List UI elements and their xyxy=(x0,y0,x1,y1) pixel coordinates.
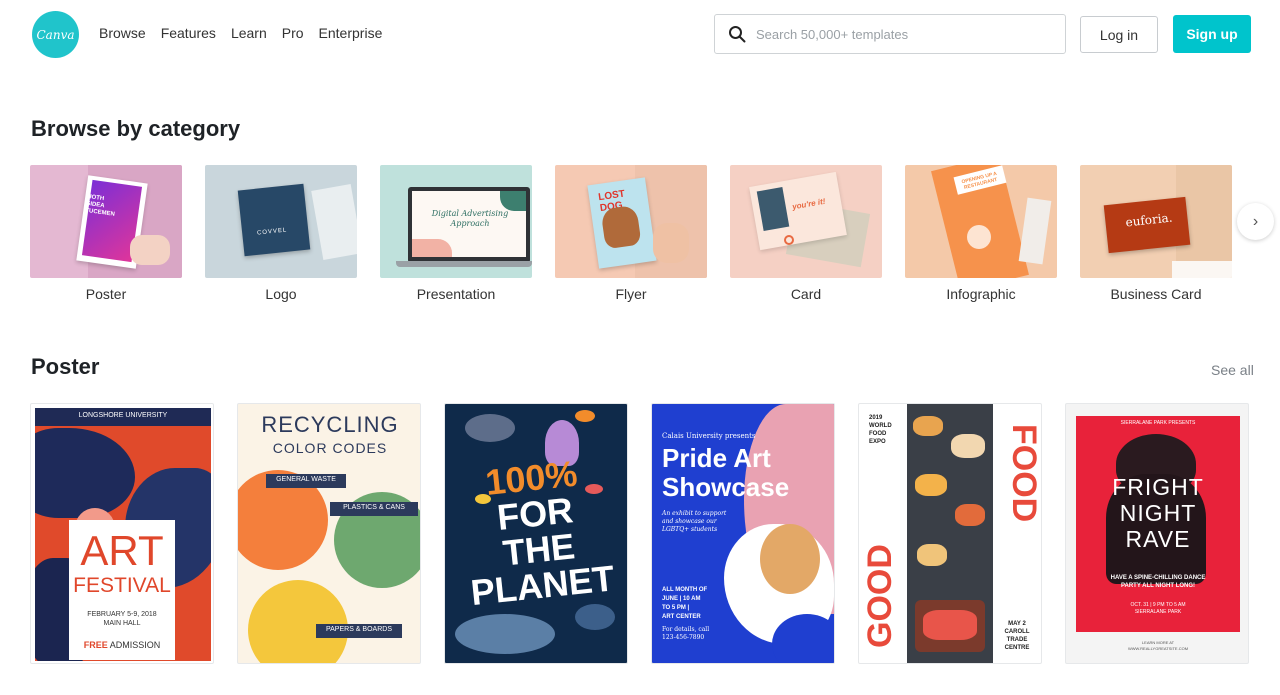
chevron-right-icon: › xyxy=(1252,212,1259,230)
poster-pride-when2: JUNE | 10 AM xyxy=(662,596,701,602)
poster-rave-line1: FRIGHT xyxy=(1112,474,1204,500)
poster-food-place2: TRADE xyxy=(1006,637,1028,643)
nav-browse[interactable]: Browse xyxy=(99,25,146,41)
poster-rave-url: WWW.REALLYGREATSITE.COM xyxy=(1127,646,1189,651)
signup-button[interactable]: Sign up xyxy=(1173,15,1251,53)
poster-food-expo2: WORLD xyxy=(869,423,892,429)
poster-pride-phone: 123-456-7890 xyxy=(662,634,705,641)
poster-rave-sub2: PARTY ALL NIGHT LONG! xyxy=(1120,583,1196,589)
poster-recycle-tag3: PAPERS & BOARDS xyxy=(325,626,392,633)
poster-art-festival[interactable]: LONGSHORE UNIVERSITY ART FESTIVAL FEBRUA… xyxy=(30,403,214,664)
category-label: Presentation xyxy=(416,286,496,302)
category-row: HOTH SIDEA TUCEMEN Poster COVVEL Logo Di… xyxy=(30,165,1232,302)
poster-food-place3: CENTRE xyxy=(1004,645,1030,651)
poster-art-date: FEBRUARY 5-9, 2018 xyxy=(87,611,157,618)
category-label: Flyer xyxy=(615,286,647,302)
poster-art-admission: ADMISSION xyxy=(109,640,161,650)
canva-logo[interactable]: Canva xyxy=(32,11,79,58)
poster-art-top: LONGSHORE UNIVERSITY xyxy=(78,412,168,419)
browse-title: Browse by category xyxy=(31,116,241,141)
poster-recycling[interactable]: RECYCLING COLOR CODES GENERAL WASTE PLAS… xyxy=(237,403,421,664)
poster-pride-title1: Pride Art xyxy=(662,443,771,473)
category-logo-thumbnail: COVVEL xyxy=(205,165,357,278)
search-icon xyxy=(729,26,746,43)
poster-recycle-title2: COLOR CODES xyxy=(272,440,388,456)
poster-pride-title2: Showcase xyxy=(662,472,790,502)
category-presentation[interactable]: Digital Advertising Approach Presentatio… xyxy=(380,165,532,302)
poster-fright-night-rave[interactable]: SIERRALANE PARK PRESENTS FRIGHT NIGHT RA… xyxy=(1065,403,1249,664)
category-label: Business Card xyxy=(1110,286,1202,302)
category-flyer-thumbnail: LOST DOG xyxy=(555,165,707,278)
poster-recycle-title1: RECYCLING xyxy=(261,412,399,437)
poster-pride-art[interactable]: Calais University presents Pride Art Sho… xyxy=(651,403,835,664)
poster-food-word1: FOOD xyxy=(1005,423,1042,523)
nav-pro[interactable]: Pro xyxy=(282,25,304,41)
category-logo[interactable]: COVVEL Logo xyxy=(205,165,357,302)
poster-rave-venue: SIERRALANE PARK xyxy=(1134,609,1182,615)
category-presentation-thumbnail: Digital Advertising Approach xyxy=(380,165,532,278)
poster-art-big2: FESTIVAL xyxy=(73,574,171,597)
login-button[interactable]: Log in xyxy=(1080,16,1158,53)
category-label: Logo xyxy=(265,286,297,302)
poster-pride-when1: ALL MONTH OF xyxy=(662,587,708,593)
category-infographic[interactable]: OPENING UP A RESTAURANT Infographic xyxy=(905,165,1057,302)
search-box[interactable] xyxy=(714,14,1066,54)
poster-pride-desc3: LGBTQ+ students xyxy=(662,526,718,533)
category-poster[interactable]: HOTH SIDEA TUCEMEN Poster xyxy=(30,165,182,302)
poster-for-the-planet[interactable]: 100% FOR THE PLANET xyxy=(444,403,628,664)
poster-food-expo1: 2019 xyxy=(869,415,883,421)
poster-pride-when4: ART CENTER xyxy=(662,614,701,620)
poster-food-expo4: EXPO xyxy=(869,439,886,445)
poster-food-expo3: FOOD xyxy=(869,431,887,437)
poster-rave-line3: RAVE xyxy=(1125,526,1191,552)
poster-good-food[interactable]: 2019 WORLD FOOD EXPO FOOD GOOD MAY 2 CAR… xyxy=(858,403,1042,664)
poster-pride-when3: TO 5 PM | xyxy=(662,605,690,611)
poster-art-big1: ART xyxy=(80,527,164,574)
poster-rave-date: OCT. 31 | 9 PM TO 5 AM xyxy=(1130,602,1186,608)
category-card-thumbnail: you're it! xyxy=(730,165,882,278)
category-label: Card xyxy=(790,286,822,302)
poster-art-free: FREE xyxy=(83,640,108,650)
poster-rave-line2: NIGHT xyxy=(1119,500,1197,526)
nav-learn[interactable]: Learn xyxy=(231,25,267,41)
poster-rave-top: SIERRALANE PARK PRESENTS xyxy=(1120,420,1196,426)
poster-pride-desc2: and showcase our xyxy=(662,518,717,525)
carousel-next-button[interactable]: › xyxy=(1237,203,1274,240)
poster-food-place1: CAROLL xyxy=(1004,629,1030,635)
category-business-card-thumbnail: euforia. xyxy=(1080,165,1232,278)
see-all-link[interactable]: See all xyxy=(1211,362,1254,378)
poster-row: LONGSHORE UNIVERSITY ART FESTIVAL FEBRUA… xyxy=(30,403,1249,664)
category-poster-thumbnail: HOTH SIDEA TUCEMEN xyxy=(30,165,182,278)
presentation-thumb-line2: Approach xyxy=(450,219,490,228)
nav-features[interactable]: Features xyxy=(161,25,216,41)
poster-recycle-tag2: PLASTICS & CANS xyxy=(343,504,405,511)
category-card[interactable]: you're it! Card xyxy=(730,165,882,302)
poster-art-place: MAIN HALL xyxy=(103,620,141,627)
poster-pride-desc1: An exhibit to support xyxy=(662,510,727,517)
category-flyer[interactable]: LOST DOG Flyer xyxy=(555,165,707,302)
poster-food-date1: MAY 2 xyxy=(1008,621,1026,627)
presentation-thumb-line1: Digital Advertising xyxy=(431,209,509,218)
search-input[interactable] xyxy=(756,26,1046,42)
category-label: Poster xyxy=(85,286,127,302)
poster-rave-sub1: HAVE A SPINE-CHILLING DANCE xyxy=(1110,575,1206,581)
category-label: Infographic xyxy=(946,286,1016,302)
top-header: Canva Browse Features Learn Pro Enterpri… xyxy=(0,0,1280,70)
category-business-card[interactable]: euforia. Business Card xyxy=(1080,165,1232,302)
poster-recycle-tag1: GENERAL WASTE xyxy=(276,476,336,483)
poster-pride-details: For details, call xyxy=(662,626,710,633)
logo-text: Canva xyxy=(36,27,75,42)
poster-pride-kicker: Calais University presents xyxy=(662,432,756,440)
poster-food-word2: GOOD xyxy=(861,544,899,648)
category-infographic-thumbnail: OPENING UP A RESTAURANT xyxy=(905,165,1057,278)
nav-enterprise[interactable]: Enterprise xyxy=(319,25,383,41)
poster-section-title: Poster xyxy=(31,354,100,379)
main-nav: Browse Features Learn Pro Enterprise xyxy=(99,25,382,41)
